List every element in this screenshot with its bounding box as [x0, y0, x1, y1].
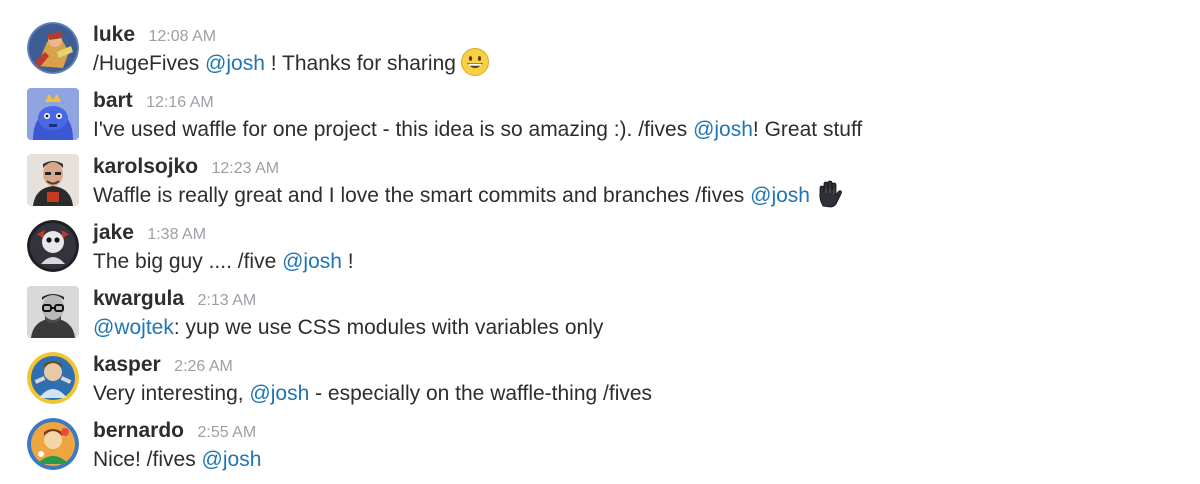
username[interactable]: bernardo	[93, 419, 184, 442]
message-header: karolsojko 12:23 AM	[93, 154, 279, 180]
message-item: bart 12:16 AM I've used waffle for one p…	[0, 88, 1200, 154]
message-item: karolsojko 12:23 AM Waffle is really gre…	[0, 154, 1200, 220]
timestamp[interactable]: 2:55 AM	[197, 424, 256, 441]
avatar-luke[interactable]	[27, 22, 79, 74]
message-feed: luke 12:08 AM /HugeFives @josh ! Thanks …	[0, 0, 1200, 480]
mention-link[interactable]: @josh	[205, 52, 265, 75]
timestamp[interactable]: 2:26 AM	[174, 358, 233, 375]
mention-link[interactable]: @josh	[282, 250, 342, 273]
mention-link[interactable]: @josh	[693, 118, 753, 141]
message-item: kwargula 2:13 AM @wojtek: yup we use CSS…	[0, 286, 1200, 352]
message-item: bernardo 2:55 AM Nice! /fives @josh	[0, 418, 1200, 484]
message-text: Waffle is really great and I love the sm…	[93, 181, 844, 211]
timestamp[interactable]: 12:23 AM	[212, 160, 280, 177]
message-text: /HugeFives @josh ! Thanks for sharing	[93, 47, 490, 79]
mention-link[interactable]: @wojtek	[93, 316, 174, 339]
text-segment: /HugeFives	[93, 52, 206, 75]
grinning-face-emoji	[460, 47, 490, 77]
avatar-bernardo[interactable]	[27, 418, 79, 470]
message-header: jake 1:38 AM	[93, 220, 206, 246]
raised-hand-emoji	[814, 179, 844, 209]
text-segment: ! Thanks for sharing	[264, 52, 456, 75]
text-segment: ! Great stuff	[752, 118, 863, 141]
text-segment: Waffle is really great and I love the sm…	[93, 184, 751, 207]
text-segment: !	[341, 250, 354, 273]
username[interactable]: luke	[93, 23, 135, 46]
mention-link[interactable]: @josh	[750, 184, 810, 207]
message-header: kasper 2:26 AM	[93, 352, 233, 378]
username[interactable]: karolsojko	[93, 155, 198, 178]
avatar-bart[interactable]	[27, 88, 79, 140]
message-header: luke 12:08 AM	[93, 22, 216, 48]
username[interactable]: bart	[93, 89, 133, 112]
message-header: bernardo 2:55 AM	[93, 418, 256, 444]
message-text: Very interesting, @josh - especially on …	[93, 379, 652, 409]
avatar-karolsojko[interactable]	[27, 154, 79, 206]
message-text: The big guy .... /five @josh !	[93, 247, 354, 277]
message-item: jake 1:38 AM The big guy .... /five @jos…	[0, 220, 1200, 286]
message-item: kasper 2:26 AM Very interesting, @josh -…	[0, 352, 1200, 418]
text-segment: : yup we use CSS modules with variables …	[173, 316, 604, 339]
timestamp[interactable]: 2:13 AM	[198, 292, 257, 309]
text-segment: - especially on the waffle-thing /fives	[309, 382, 653, 405]
timestamp[interactable]: 12:16 AM	[146, 94, 214, 111]
timestamp[interactable]: 1:38 AM	[147, 226, 206, 243]
timestamp[interactable]: 12:08 AM	[148, 28, 216, 45]
avatar-kasper[interactable]	[27, 352, 79, 404]
text-segment: The big guy .... /five	[93, 250, 283, 273]
text-segment: Very interesting,	[93, 382, 250, 405]
message-header: bart 12:16 AM	[93, 88, 214, 114]
username[interactable]: jake	[93, 221, 134, 244]
message-text: I've used waffle for one project - this …	[93, 115, 862, 145]
mention-link[interactable]: @josh	[249, 382, 309, 405]
text-segment: I've used waffle for one project - this …	[93, 118, 694, 141]
message-text: @wojtek: yup we use CSS modules with var…	[93, 313, 603, 343]
username[interactable]: kwargula	[93, 287, 184, 310]
avatar-kwargula[interactable]	[27, 286, 79, 338]
avatar-jake[interactable]	[27, 220, 79, 272]
message-text: Nice! /fives @josh	[93, 445, 261, 475]
message-header: kwargula 2:13 AM	[93, 286, 256, 312]
message-item: luke 12:08 AM /HugeFives @josh ! Thanks …	[0, 22, 1200, 88]
text-segment: Nice! /fives	[93, 448, 202, 471]
mention-link[interactable]: @josh	[202, 448, 262, 471]
username[interactable]: kasper	[93, 353, 161, 376]
